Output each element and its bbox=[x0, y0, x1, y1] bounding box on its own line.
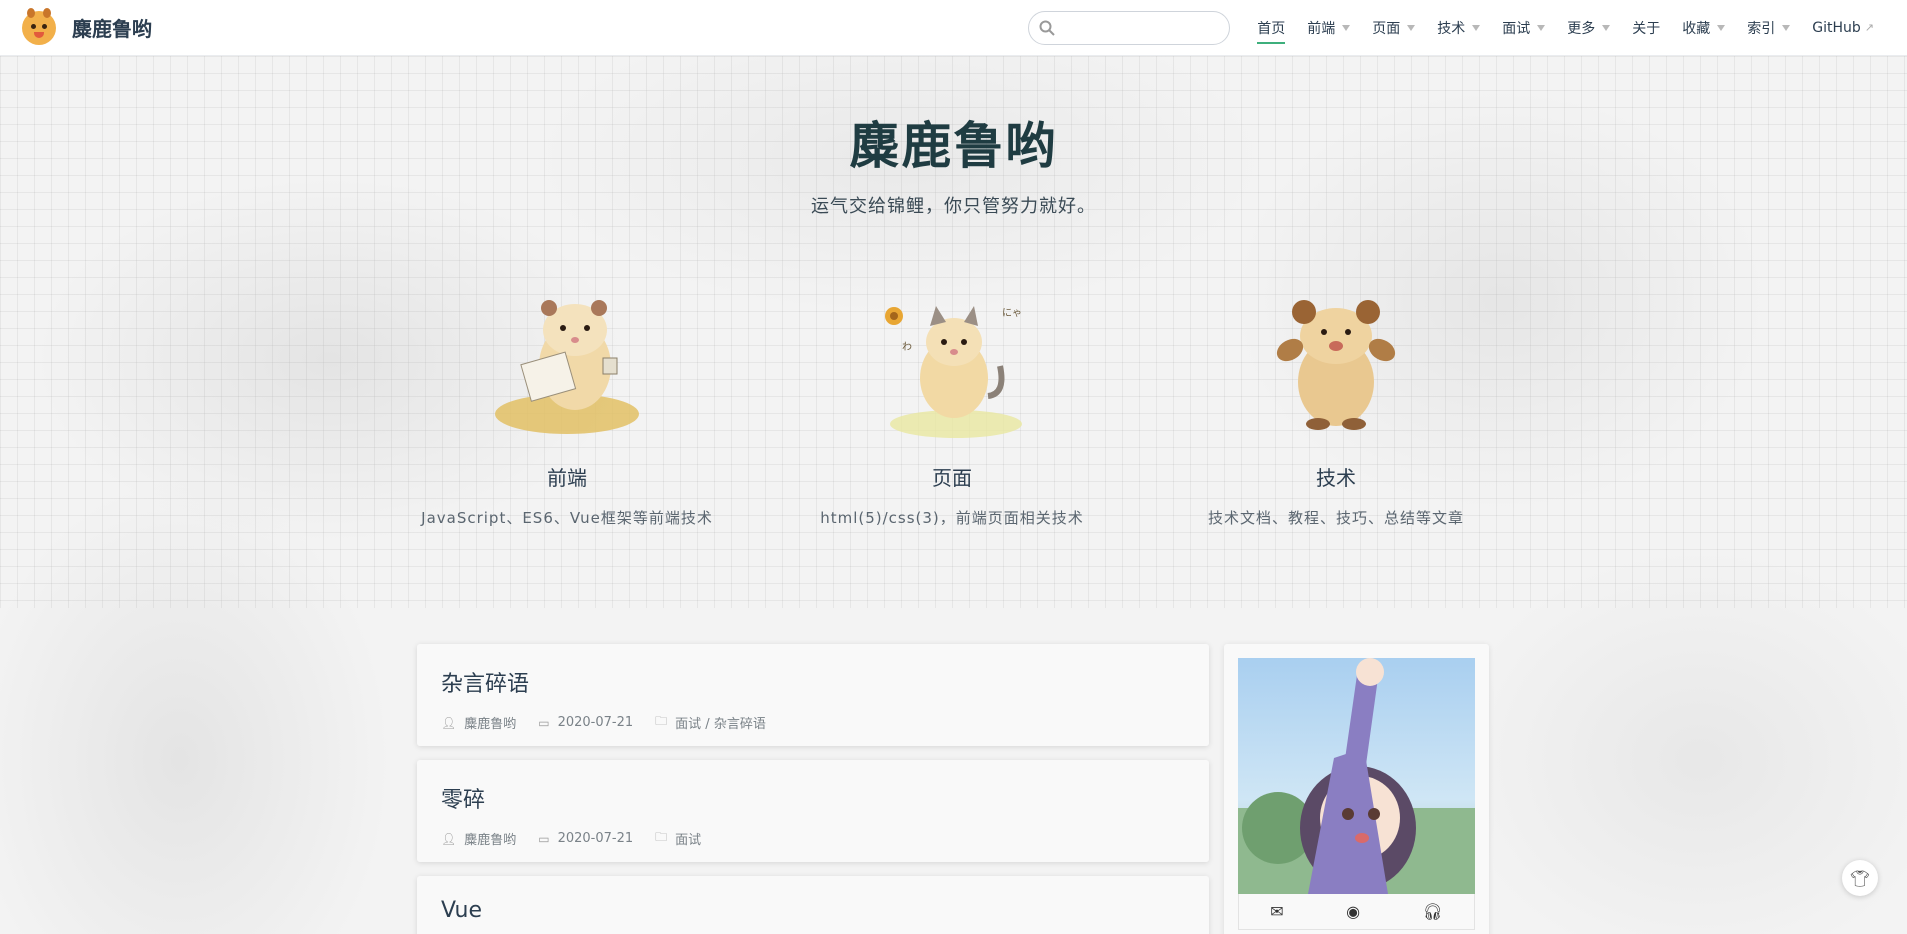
user-icon: 👤︎ bbox=[441, 715, 457, 730]
hero-description: 运气交给锦鲤，你只管努力就好。 bbox=[811, 196, 1096, 217]
nav-github[interactable]: GitHub ↗ bbox=[1812, 14, 1874, 42]
search-icon bbox=[1039, 20, 1055, 36]
search-box[interactable] bbox=[1028, 10, 1231, 45]
post-date: 2020-07-21 bbox=[557, 831, 634, 846]
hero-title: 麋鹿鲁哟 bbox=[849, 117, 1058, 175]
feature-title: 页面 bbox=[932, 466, 972, 490]
caret-down-icon bbox=[1717, 24, 1726, 31]
feature-tech[interactable]: 技术 技术文档、教程、技巧、总结等文章 bbox=[1181, 286, 1491, 531]
folder-icon: 🗀 bbox=[655, 714, 668, 728]
hamster-bear-icon bbox=[1256, 286, 1416, 446]
hero-section: 麋鹿鲁哟 运气交给锦鲤，你只管努力就好。 前端 JavaScript、ES6、V… bbox=[0, 56, 1907, 608]
nav-favorites[interactable]: 收藏 bbox=[1682, 12, 1726, 44]
svg-text:わ: わ bbox=[902, 341, 912, 353]
post-category[interactable]: 面试 / 杂言碎语 bbox=[675, 713, 766, 732]
nav-interview[interactable]: 面试 bbox=[1502, 12, 1546, 44]
social-links: ✉ ◉ 🎧︎ bbox=[1238, 894, 1475, 930]
github-icon[interactable]: ◉ bbox=[1346, 902, 1360, 921]
post-card[interactable]: 零碎 👤︎ 麋鹿鲁哟 ▭ 2020-07-21 🗀 面试 bbox=[417, 760, 1209, 862]
caret-down-icon bbox=[1472, 24, 1481, 31]
blogger-card: ✉ ◉ 🎧︎ bbox=[1224, 644, 1489, 934]
nav-about[interactable]: 关于 bbox=[1632, 12, 1660, 44]
nav-more[interactable]: 更多 bbox=[1567, 12, 1611, 44]
navbar: 麋鹿鲁哟 首页 前端 页面 技术 面试 更多 关于 收藏 索引 GitHub ↗ bbox=[0, 0, 1907, 56]
post-title[interactable]: Vue bbox=[441, 898, 1185, 923]
hamster-cat-icon: にゃ わ bbox=[872, 286, 1032, 446]
post-author: 麋鹿鲁哟 bbox=[464, 717, 517, 732]
feature-pages[interactable]: にゃ わ 页面 html(5)/css(3)，前端页面相关技术 bbox=[797, 286, 1107, 531]
hamster-reading-icon bbox=[487, 286, 647, 446]
nav-tech[interactable]: 技术 bbox=[1437, 12, 1481, 44]
feature-description: JavaScript、ES6、Vue框架等前端技术 bbox=[421, 509, 713, 527]
caret-down-icon bbox=[1782, 24, 1791, 31]
post-title[interactable]: 杂言碎语 bbox=[441, 666, 1185, 698]
shirt-icon: 👕︎ bbox=[1849, 868, 1871, 888]
nav-links: 首页 前端 页面 技术 面试 更多 关于 收藏 索引 GitHub ↗ bbox=[1028, 10, 1885, 45]
nav-index[interactable]: 索引 bbox=[1747, 12, 1791, 44]
post-date: 2020-07-21 bbox=[557, 715, 634, 730]
post-title[interactable]: 零碎 bbox=[441, 782, 1185, 814]
caret-down-icon bbox=[1407, 24, 1416, 31]
feature-description: 技术文档、教程、技巧、总结等文章 bbox=[1207, 509, 1464, 527]
feature-title: 技术 bbox=[1316, 466, 1356, 490]
caret-down-icon bbox=[1342, 24, 1351, 31]
post-author: 麋鹿鲁哟 bbox=[464, 833, 517, 848]
calendar-icon: ▭ bbox=[538, 715, 550, 730]
site-logo[interactable] bbox=[22, 7, 56, 45]
svg-text:にゃ: にゃ bbox=[1002, 307, 1022, 319]
folder-icon: 🗀 bbox=[655, 830, 668, 844]
headphones-icon[interactable]: 🎧︎ bbox=[1422, 902, 1442, 921]
post-category[interactable]: 面试 bbox=[675, 829, 701, 848]
external-link-icon: ↗ bbox=[1864, 21, 1874, 34]
feature-frontend[interactable]: 前端 JavaScript、ES6、Vue框架等前端技术 bbox=[412, 286, 722, 531]
post-meta: 👤︎ 麋鹿鲁哟 ▭ 2020-07-21 🗀 面试 bbox=[441, 828, 1185, 849]
nav-frontend[interactable]: 前端 bbox=[1307, 12, 1351, 44]
site-name[interactable]: 麋鹿鲁哟 bbox=[72, 13, 152, 42]
feature-title: 前端 bbox=[547, 466, 587, 490]
theme-switch-button[interactable]: 👕︎ bbox=[1842, 860, 1878, 896]
post-card[interactable]: Vue bbox=[417, 876, 1209, 934]
caret-down-icon bbox=[1537, 24, 1546, 31]
calendar-icon: ▭ bbox=[538, 831, 550, 846]
caret-down-icon bbox=[1602, 24, 1611, 31]
avatar bbox=[1238, 658, 1475, 894]
nav-home[interactable]: 首页 bbox=[1257, 12, 1286, 44]
search-input[interactable] bbox=[1061, 19, 1222, 36]
post-meta: 👤︎ 麋鹿鲁哟 ▭ 2020-07-21 🗀 面试 / 杂言碎语 bbox=[441, 712, 1185, 733]
feature-description: html(5)/css(3)，前端页面相关技术 bbox=[820, 509, 1084, 527]
mail-icon[interactable]: ✉ bbox=[1270, 902, 1283, 921]
post-card[interactable]: 杂言碎语 👤︎ 麋鹿鲁哟 ▭ 2020-07-21 🗀 面试 / 杂言碎语 bbox=[417, 644, 1209, 746]
nav-pages[interactable]: 页面 bbox=[1372, 12, 1416, 44]
user-icon: 👤︎ bbox=[441, 831, 457, 846]
